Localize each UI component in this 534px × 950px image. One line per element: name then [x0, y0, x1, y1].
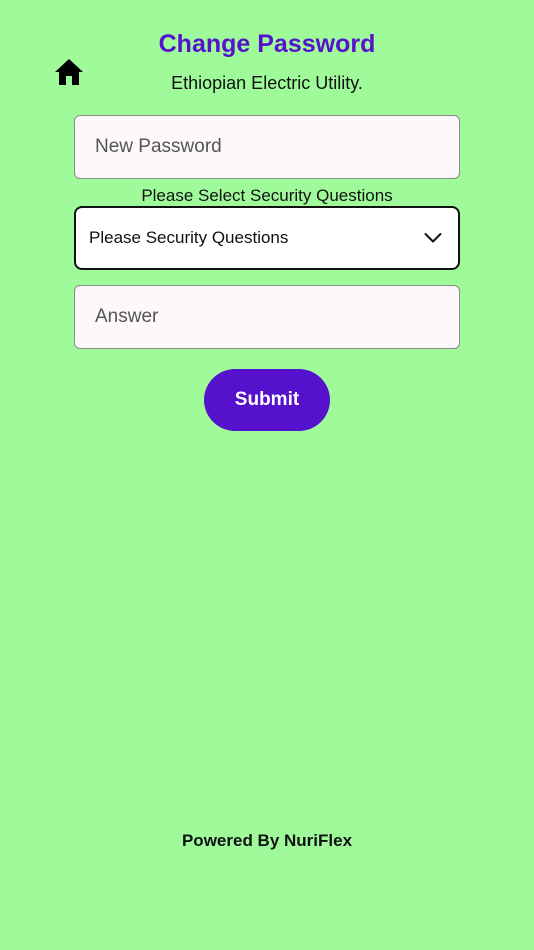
answer-input[interactable]: [95, 286, 459, 348]
page-title: Change Password: [158, 30, 376, 58]
new-password-input[interactable]: [95, 116, 459, 178]
security-question-select[interactable]: Please Security Questions: [74, 206, 460, 270]
answer-field[interactable]: [74, 285, 460, 349]
footer-powered-by: Powered By NuriFlex: [181, 831, 353, 850]
new-password-field[interactable]: [74, 115, 460, 179]
submit-button[interactable]: Submit: [204, 369, 330, 431]
change-password-screen: Change Password Ethiopian Electric Utili…: [0, 0, 534, 950]
page-subtitle: Ethiopian Electric Utility.: [171, 73, 363, 93]
security-question-label: Please Select Security Questions: [141, 186, 393, 205]
security-question-selected: Please Security Questions: [89, 228, 289, 247]
chevron-down-icon: [424, 232, 442, 244]
